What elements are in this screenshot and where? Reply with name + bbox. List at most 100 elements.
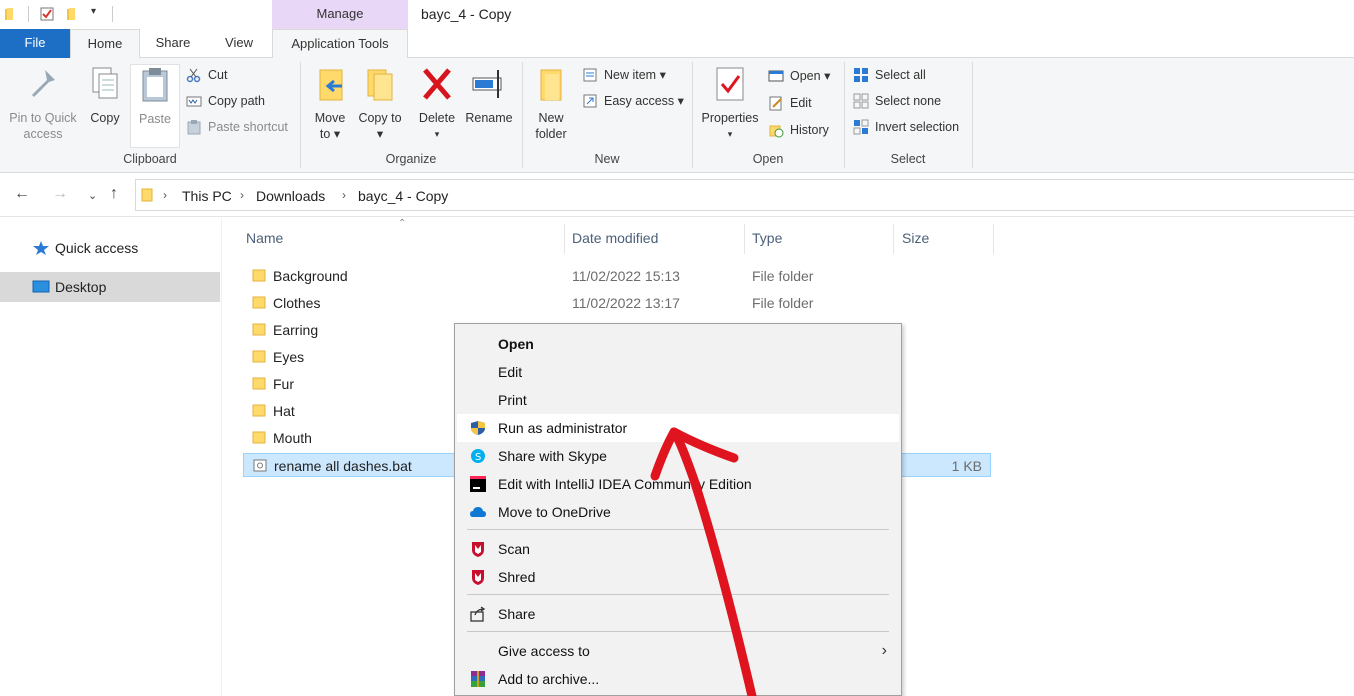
open-button[interactable]: Open ▾: [768, 66, 830, 86]
tab-application-tools[interactable]: Application Tools: [272, 29, 408, 59]
copy-to-icon: [362, 64, 398, 104]
menu-item-share-with-skype[interactable]: S Share with Skype: [457, 442, 899, 470]
properties-check-icon[interactable]: [40, 7, 54, 21]
menu-item-give-access-to[interactable]: Give access to ›: [457, 637, 899, 665]
paste-shortcut-icon: [187, 120, 201, 135]
group-label-organize: Organize: [385, 152, 437, 166]
nav-item-quick-access[interactable]: Quick access: [0, 233, 220, 263]
tab-file[interactable]: File: [0, 29, 70, 58]
folder-icon: [141, 188, 153, 202]
address-bar-row: ← → ⌄ ↑ › This PC › Downloads › bayc_4 -…: [0, 173, 1354, 217]
paste-shortcut-button[interactable]: Paste shortcut: [186, 117, 288, 137]
window-title: bayc_4 - Copy: [421, 6, 512, 22]
batch-file-icon: [253, 459, 267, 472]
file-row[interactable]: Clothes 11/02/2022 13:17 File folder: [243, 291, 991, 315]
new-folder-icon: [533, 64, 569, 104]
mcafee-shield-icon: [472, 542, 484, 557]
ribbon-tabs: File Home Share View Application Tools: [0, 29, 1354, 59]
paste-button[interactable]: Paste: [130, 64, 180, 148]
skype-icon: S: [471, 449, 485, 463]
rename-button[interactable]: Rename: [464, 64, 514, 126]
properties-button[interactable]: Properties ▾: [698, 64, 762, 142]
address-bar[interactable]: › This PC › Downloads › bayc_4 - Copy: [135, 179, 1354, 211]
divider: [112, 6, 113, 22]
divider: [564, 224, 565, 254]
breadcrumb-this-pc[interactable]: This PC: [182, 188, 232, 204]
group-label-select: Select: [890, 152, 926, 166]
star-icon: [33, 241, 49, 255]
onedrive-cloud-icon: [470, 507, 486, 517]
divider: [993, 224, 994, 254]
divider: [467, 594, 889, 595]
column-header-size[interactable]: Size: [902, 230, 929, 246]
column-header-name[interactable]: Name: [246, 230, 283, 246]
menu-item-scan[interactable]: Scan: [457, 535, 899, 563]
copy-button[interactable]: Copy: [84, 64, 126, 126]
divider: [744, 224, 745, 254]
nav-item-desktop[interactable]: Desktop: [0, 272, 220, 302]
menu-item-edit[interactable]: Edit: [457, 358, 899, 386]
menu-item-open[interactable]: Open: [457, 330, 899, 358]
delete-button[interactable]: Delete ▾: [414, 64, 460, 142]
select-all-button[interactable]: Select all: [853, 65, 926, 85]
select-all-icon: [854, 68, 868, 82]
cut-button[interactable]: Cut: [186, 65, 227, 85]
tab-home[interactable]: Home: [70, 29, 140, 59]
breadcrumb-current-folder[interactable]: bayc_4 - Copy: [358, 188, 448, 204]
menu-item-run-as-administrator[interactable]: Run as administrator: [457, 414, 899, 442]
tab-share[interactable]: Share: [140, 29, 206, 58]
menu-item-add-to-archive[interactable]: Add to archive...: [457, 665, 899, 693]
new-folder-button[interactable]: New folder: [528, 64, 574, 142]
divider: [467, 631, 889, 632]
ribbon: Pin to Quick access Copy Paste Cut Copy …: [0, 58, 1354, 173]
file-row[interactable]: Background 11/02/2022 15:13 File folder: [243, 264, 991, 288]
folder-icon: [252, 269, 266, 282]
pin-to-quick-access-button[interactable]: Pin to Quick access: [4, 64, 82, 142]
copy-to-button[interactable]: Copy to ▾: [358, 64, 402, 142]
easy-access-button[interactable]: Easy access ▾: [582, 91, 684, 111]
pin-icon: [25, 64, 61, 104]
column-header-type[interactable]: Type: [752, 230, 782, 246]
mcafee-shield-icon: [472, 570, 484, 585]
divider: [972, 62, 973, 168]
folder-icon: [252, 350, 266, 363]
new-item-button[interactable]: New item ▾: [582, 65, 666, 85]
svg-text:S: S: [475, 452, 481, 463]
customize-dropdown-icon[interactable]: ▾: [91, 6, 96, 17]
menu-item-edit-with-intellij[interactable]: Edit with IntelliJ IDEA Community Editio…: [457, 470, 899, 498]
new-item-icon: [583, 68, 597, 82]
intellij-icon: [470, 476, 486, 492]
history-button[interactable]: History: [768, 120, 829, 140]
up-arrow-icon[interactable]: ↑: [110, 185, 118, 203]
new-folder-icon[interactable]: [66, 7, 80, 21]
copy-icon: [87, 64, 123, 104]
move-to-button[interactable]: Move to ▾: [308, 64, 352, 142]
forward-arrow-icon[interactable]: →: [52, 185, 68, 203]
back-arrow-icon[interactable]: ←: [14, 185, 30, 203]
invert-selection-button[interactable]: Invert selection: [853, 117, 959, 137]
breadcrumb-downloads[interactable]: Downloads: [256, 188, 325, 204]
open-icon: [768, 70, 784, 82]
divider: [467, 529, 889, 530]
copy-path-button[interactable]: Copy path: [186, 91, 265, 111]
edit-button[interactable]: Edit: [768, 93, 812, 113]
copy-path-icon: [186, 96, 202, 107]
invert-selection-icon: [853, 119, 869, 135]
column-header-date-modified[interactable]: Date modified: [572, 230, 658, 246]
menu-item-share[interactable]: Share: [457, 600, 899, 628]
recent-locations-chevron-icon[interactable]: ⌄: [88, 189, 97, 202]
title-bar: ▾ Manage bayc_4 - Copy: [0, 0, 1354, 29]
menu-item-print[interactable]: Print: [457, 386, 899, 414]
properties-icon: [712, 64, 748, 104]
group-label-open: Open: [752, 152, 784, 166]
easy-access-icon: [583, 94, 597, 108]
select-none-button[interactable]: Select none: [853, 91, 941, 111]
group-label-new: New: [594, 152, 620, 166]
tab-view[interactable]: View: [206, 29, 272, 58]
folder-icon[interactable]: [4, 7, 18, 21]
menu-item-move-to-onedrive[interactable]: Move to OneDrive: [457, 498, 899, 526]
select-none-icon: [853, 93, 869, 109]
delete-x-icon: [419, 64, 455, 104]
folder-icon: [252, 296, 266, 309]
menu-item-shred[interactable]: Shred: [457, 563, 899, 591]
